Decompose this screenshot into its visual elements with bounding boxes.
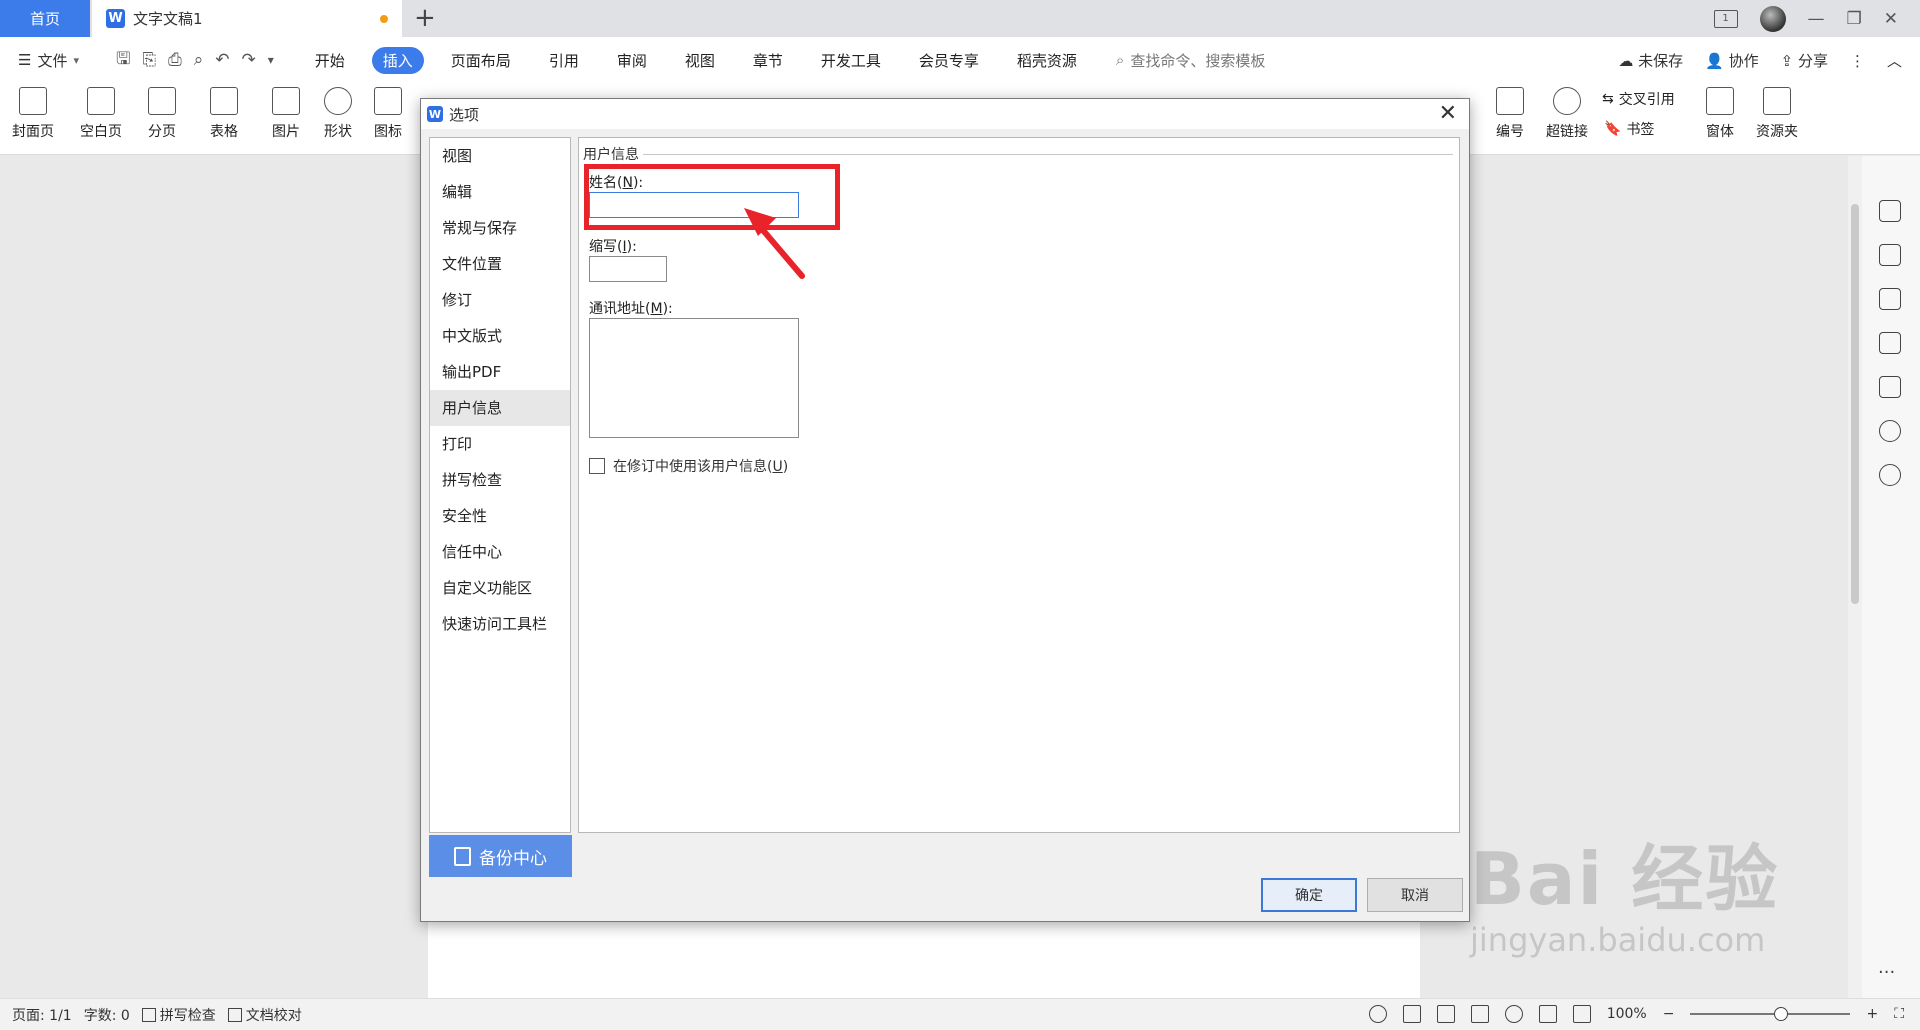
annotation-arrow: [744, 208, 805, 279]
